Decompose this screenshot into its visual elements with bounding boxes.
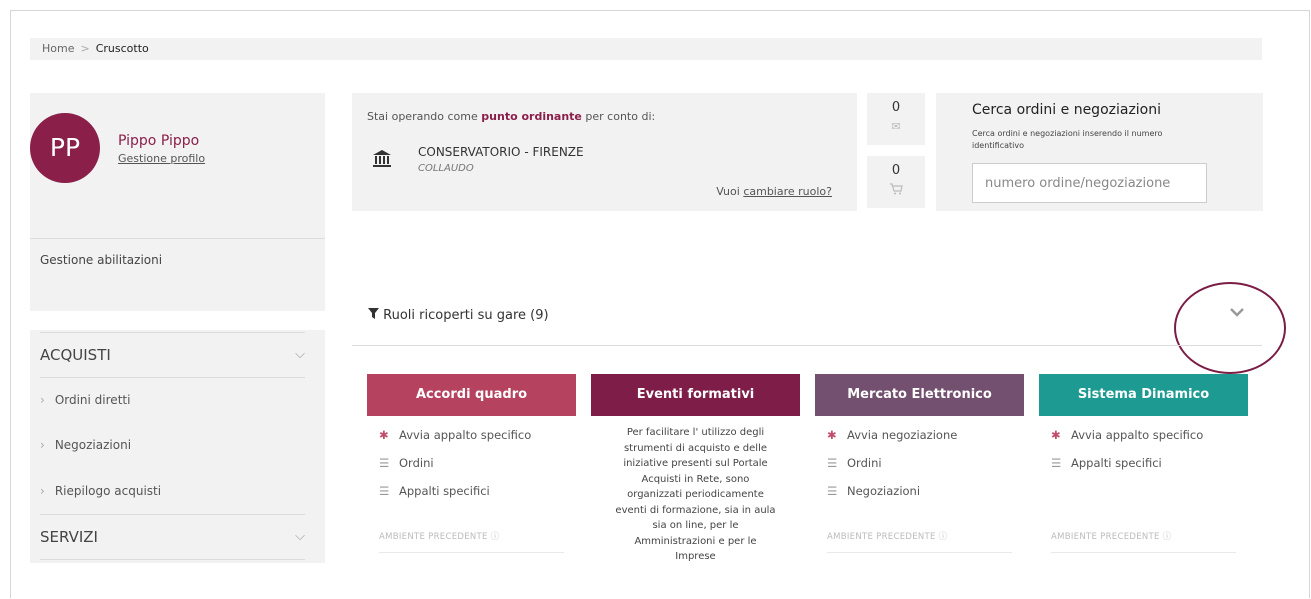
ambiente-label: AMBIENTE PRECEDENTE ⓘ [379, 532, 500, 542]
card-action-label: Ordini [399, 456, 434, 470]
gear-icon: ✱ [1051, 428, 1061, 442]
chevron-down-icon: ⌵ [295, 347, 305, 362]
card-mercato-elettronico: Mercato Elettronico ✱ Avvia negoziazione … [815, 374, 1024, 564]
card-header[interactable]: Eventi formativi [591, 374, 800, 416]
roles-label: Ruoli ricoperti su gare (9) [383, 308, 549, 323]
operating-text: Stai operando come punto ordinante per c… [367, 110, 655, 123]
operating-prefix: Stai operando come [367, 110, 478, 123]
gear-icon: ✱ [827, 428, 837, 442]
environment-label: COLLAUDO [418, 163, 474, 174]
menu-item-ordini-diretti[interactable]: › Ordini diretti [40, 378, 305, 422]
card-action-label: Appalti specifici [399, 484, 490, 498]
gear-icon: ✱ [379, 428, 389, 442]
card-action[interactable]: ☰ Appalti specifici [1051, 452, 1236, 480]
card-action[interactable]: ☰ Ordini [379, 452, 564, 480]
search-title: Cerca ordini e negoziazioni [972, 102, 1162, 118]
card-action-label: Appalti specifici [1071, 456, 1162, 470]
menu-item-label: Riepilogo acquisti [54, 484, 162, 498]
menu-item-label: Ordini diretti [54, 393, 131, 407]
change-role-prefix: Vuoi [716, 185, 740, 198]
ente-name: CONSERVATORIO - FIRENZE [418, 145, 584, 159]
card-action[interactable]: ✱ Avvia negoziazione [827, 424, 1012, 452]
card-action-label: Negoziazioni [847, 484, 921, 498]
messages-count: 0 [891, 100, 901, 115]
filter-icon [368, 308, 383, 323]
chevron-down-icon: ⌵ [295, 529, 305, 544]
card-action[interactable]: ✱ Avvia appalto specifico [1051, 424, 1236, 452]
avatar: PP [30, 113, 100, 183]
roles-header[interactable]: Ruoli ricoperti su gare (9) [368, 308, 549, 323]
menu-section-acquisti[interactable]: ACQUISTI ⌵ [40, 332, 305, 378]
card-action[interactable]: ☰ Ordini [827, 452, 1012, 480]
card-divider [827, 552, 1012, 553]
card-description: Per facilitare l' utilizzo degli strumen… [615, 427, 776, 562]
chevron-right-icon: › [40, 484, 45, 498]
menu-item-riepilogo-acquisti[interactable]: › Riepilogo acquisti [40, 469, 305, 513]
highlight-circle [1174, 282, 1286, 374]
profile-name: Pippo Pippo [118, 133, 200, 149]
menu-section-label: ACQUISTI [40, 346, 111, 364]
card-accordi-quadro: Accordi quadro ✱ Avvia appalto specifico … [367, 374, 576, 564]
card-action[interactable]: ☰ Negoziazioni [827, 480, 1012, 508]
search-panel: Cerca ordini e negoziazioni Cerca ordini… [936, 93, 1263, 211]
menu-item-label: Negoziazioni [54, 438, 132, 452]
cart-icon [867, 183, 925, 198]
card-action[interactable]: ☰ Appalti specifici [379, 480, 564, 508]
menu-item-negoziazioni[interactable]: › Negoziazioni [40, 423, 305, 467]
card-sistema-dinamico: Sistema Dinamico ✱ Avvia appalto specific… [1039, 374, 1248, 564]
breadcrumb-separator: > [80, 42, 90, 55]
breadcrumb-home[interactable]: Home [42, 42, 74, 55]
search-subtitle: Cerca ordini e negoziazioni inserendo il… [972, 129, 1163, 150]
list-icon: ☰ [827, 456, 838, 470]
operating-panel: Stai operando come punto ordinante per c… [352, 93, 857, 211]
institution-icon [372, 149, 392, 174]
card-header[interactable]: Sistema Dinamico [1039, 374, 1248, 416]
list-icon: ☰ [379, 484, 390, 498]
card-eventi-formativi: Eventi formativi Per facilitare l' utili… [591, 374, 800, 564]
menu-section-servizi[interactable]: SERVIZI ⌵ [40, 514, 305, 560]
list-icon: ☰ [379, 456, 390, 470]
change-role-link[interactable]: cambiare ruolo? [743, 185, 832, 198]
operating-suffix: per conto di: [585, 110, 656, 123]
change-role: Vuoi cambiare ruolo? [716, 185, 832, 198]
menu-section-label: SERVIZI [40, 528, 98, 546]
card-header[interactable]: Mercato Elettronico [815, 374, 1024, 416]
card-action-label: Avvia appalto specifico [399, 428, 532, 442]
profile-panel: PP Pippo Pippo Gestione profilo Gestione… [30, 93, 325, 311]
messages-counter[interactable]: 0 ✉ [867, 93, 925, 145]
card-action-label: Avvia appalto specifico [1071, 428, 1204, 442]
side-menu: ACQUISTI ⌵ › Ordini diretti › Negoziazioni… [30, 330, 325, 563]
list-icon: ☰ [827, 484, 838, 498]
chevron-right-icon: › [40, 438, 45, 452]
ambiente-label: AMBIENTE PRECEDENTE ⓘ [827, 532, 948, 542]
card-divider [1051, 552, 1236, 553]
search-input[interactable] [972, 163, 1207, 203]
card-action-label: Avvia negoziazione [847, 428, 958, 442]
cart-counter[interactable]: 0 [867, 156, 925, 208]
profile-manage-link[interactable]: Gestione profilo [118, 152, 205, 165]
abilitazioni-link[interactable]: Gestione abilitazioni [40, 253, 162, 267]
profile-divider [30, 238, 325, 239]
card-divider [379, 552, 564, 553]
operating-role: punto ordinante [481, 110, 582, 123]
list-icon: ☰ [1051, 456, 1062, 470]
card-action-label: Ordini [847, 456, 882, 470]
breadcrumb: Home > Cruscotto [30, 38, 1262, 60]
card-header[interactable]: Accordi quadro [367, 374, 576, 416]
chevron-right-icon: › [40, 393, 45, 407]
breadcrumb-current: Cruscotto [95, 42, 149, 55]
card-action[interactable]: ✱ Avvia appalto specifico [379, 424, 564, 452]
cart-count: 0 [891, 163, 901, 178]
roles-divider [352, 345, 1262, 346]
ambiente-label: AMBIENTE PRECEDENTE ⓘ [1051, 532, 1172, 542]
envelope-icon: ✉ [891, 120, 901, 133]
